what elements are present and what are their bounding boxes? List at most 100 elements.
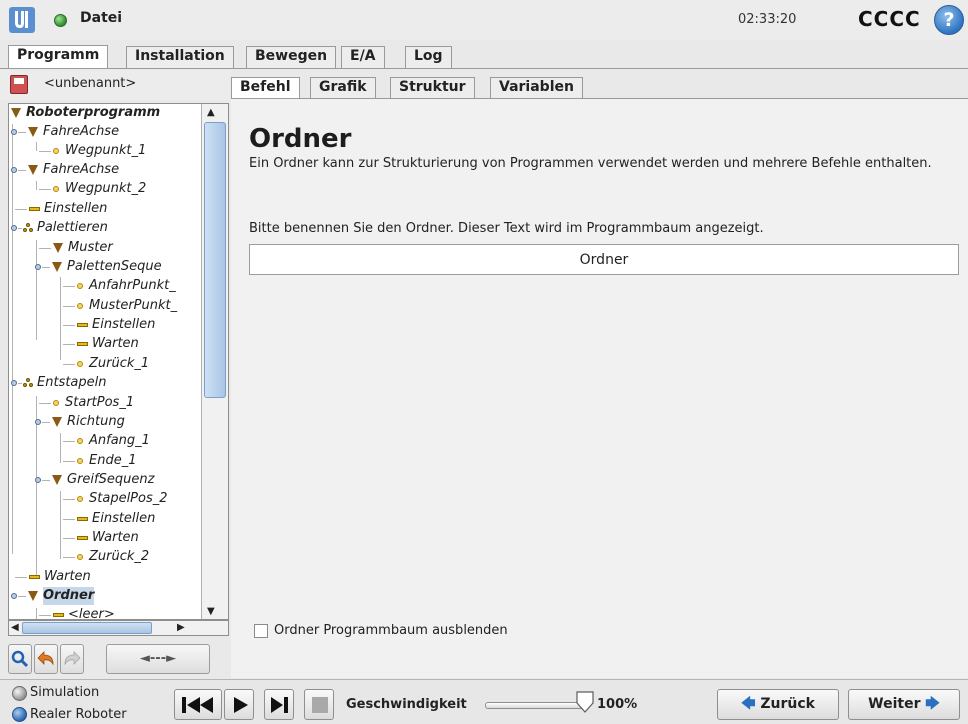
triangle-icon — [52, 417, 62, 427]
robot-status-icon — [54, 14, 67, 27]
tree-node[interactable]: Einstellen — [15, 200, 107, 218]
scroll-up-arrow-icon[interactable]: ▲ — [207, 107, 215, 118]
tree-line — [36, 181, 37, 190]
move-node-button[interactable]: ◄---► — [106, 644, 210, 674]
expander-icon[interactable] — [35, 264, 41, 270]
tree-node[interactable]: <leer> — [39, 606, 115, 619]
expander-icon[interactable] — [35, 419, 41, 425]
file-menu[interactable]: Datei — [80, 10, 122, 26]
redo-button[interactable] — [60, 644, 84, 674]
tree-line — [60, 491, 61, 559]
undo-button[interactable] — [34, 644, 58, 674]
step-icon — [271, 697, 288, 713]
tree-node[interactable]: Entstapeln — [11, 374, 107, 392]
tree-node[interactable]: Ende_1 — [63, 452, 136, 470]
save-icon[interactable] — [10, 75, 28, 94]
tree-node[interactable]: FahreAchse — [11, 161, 119, 179]
rewind-icon — [182, 697, 213, 713]
waypoint-icon — [77, 496, 83, 502]
scroll-down-arrow-icon[interactable]: ▼ — [207, 606, 215, 617]
tree-node[interactable]: Palettieren — [11, 219, 108, 237]
search-button[interactable] — [8, 644, 32, 674]
scroll-left-arrow-icon[interactable]: ◀ — [11, 622, 19, 633]
tree-node[interactable]: Einstellen — [63, 316, 155, 334]
next-button[interactable]: Weiter 🡆 — [848, 689, 960, 720]
expander-icon[interactable] — [11, 380, 17, 386]
waypoint-icon — [53, 148, 59, 154]
tree-node[interactable]: FahreAchse — [11, 123, 119, 141]
triangle-icon — [28, 165, 38, 175]
tree-node[interactable]: Warten — [15, 568, 91, 586]
tab-bewegen[interactable]: Bewegen — [246, 46, 337, 68]
expander-icon[interactable] — [11, 593, 17, 599]
tab-variablen[interactable]: Variablen — [490, 77, 583, 99]
stop-button[interactable] — [304, 689, 334, 720]
undo-icon — [37, 651, 54, 666]
tab-log[interactable]: Log — [405, 46, 452, 68]
expander-icon[interactable] — [35, 477, 41, 483]
waypoint-icon — [53, 400, 59, 406]
tree-node[interactable]: Anfang_1 — [63, 432, 150, 450]
triangle-icon — [53, 243, 63, 253]
play-button[interactable] — [224, 689, 254, 720]
bar-icon — [77, 517, 88, 521]
tab-struktur[interactable]: Struktur — [390, 77, 475, 99]
tab-installation[interactable]: Installation — [126, 46, 234, 68]
tree-node[interactable]: Wegpunkt_1 — [39, 142, 146, 160]
triangle-icon — [52, 262, 62, 272]
bar-icon — [53, 613, 64, 617]
triangle-icon — [11, 108, 21, 118]
scroll-right-arrow-icon[interactable]: ▶ — [177, 622, 185, 633]
tab-grafik[interactable]: Grafik — [310, 77, 376, 99]
tree-node-ordner-selected[interactable]: Ordner — [11, 587, 95, 605]
help-icon[interactable]: ? — [934, 5, 964, 35]
expander-icon[interactable] — [11, 167, 17, 173]
tree-node[interactable]: Warten — [63, 335, 139, 353]
rewind-button[interactable] — [174, 689, 222, 720]
tree-node[interactable]: Zurück_1 — [63, 355, 149, 373]
tree-node-roboterprogramm[interactable]: Roboterprogramm — [11, 104, 160, 122]
tree-node[interactable]: Einstellen — [63, 510, 155, 528]
waypoint-icon — [77, 554, 83, 560]
expander-icon[interactable] — [11, 129, 17, 135]
page-title: Ordner — [249, 124, 352, 154]
tab-ea[interactable]: E/A — [341, 46, 385, 68]
back-label: Zurück — [760, 696, 815, 712]
waypoint-icon — [77, 361, 83, 367]
real-robot-radio-icon[interactable] — [12, 707, 27, 722]
hide-folder-label: Ordner Programmbaum ausblenden — [274, 623, 508, 638]
expander-icon[interactable] — [11, 225, 17, 231]
tree-node[interactable]: Zurück_2 — [63, 548, 149, 566]
redo-icon — [64, 651, 81, 666]
speed-slider[interactable] — [485, 702, 585, 709]
tab-befehl[interactable]: Befehl — [231, 77, 300, 99]
tree-scroll-thumb[interactable] — [204, 122, 226, 398]
tree-node[interactable]: StartPos_1 — [39, 394, 134, 412]
tree-node[interactable]: AnfahrPunkt_ — [63, 277, 176, 295]
real-robot-label[interactable]: Realer Roboter — [30, 707, 127, 722]
folder-name-prompt: Bitte benennen Sie den Ordner. Dieser Te… — [249, 221, 764, 236]
simulation-label[interactable]: Simulation — [30, 685, 99, 700]
step-button[interactable] — [264, 689, 294, 720]
tree-node[interactable]: MusterPunkt_ — [63, 297, 177, 315]
hide-folder-checkbox[interactable] — [254, 624, 268, 638]
back-button[interactable]: 🡄 Zurück — [717, 689, 839, 720]
tree-node[interactable]: Warten — [63, 529, 139, 547]
tree-node[interactable]: Richtung — [35, 413, 125, 431]
tree-node[interactable]: StapelPos_2 — [63, 490, 168, 508]
tree-node[interactable]: GreifSequenz — [35, 471, 154, 489]
title-bar — [0, 0, 968, 40]
waypoint-icon — [77, 438, 83, 444]
simulation-radio-icon[interactable] — [12, 686, 27, 701]
tree-hscroll-thumb[interactable] — [22, 622, 152, 634]
program-tree[interactable]: Roboterprogramm FahreAchse Wegpunkt_1 Fa… — [8, 103, 229, 620]
speed-slider-thumb[interactable] — [576, 691, 594, 713]
tree-node[interactable]: Muster — [39, 239, 113, 257]
folder-name-input[interactable] — [249, 244, 959, 275]
tree-line — [36, 142, 37, 151]
tree-node[interactable]: PalettenSeque — [35, 258, 162, 276]
arrow-right-icon: 🡆 — [925, 696, 940, 712]
tab-programm[interactable]: Programm — [8, 45, 109, 69]
triangle-icon — [28, 127, 38, 137]
tree-node[interactable]: Wegpunkt_2 — [39, 180, 146, 198]
